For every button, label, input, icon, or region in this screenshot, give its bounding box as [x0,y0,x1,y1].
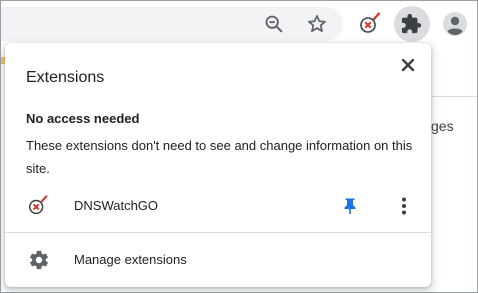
manage-extensions-button[interactable]: Manage extensions [5,241,431,279]
pin-icon [344,198,356,214]
extension-menu-button[interactable] [392,194,416,218]
extension-name[interactable]: DNSWatchGO [74,198,158,213]
extension-row-dnswatchgo[interactable]: DNSWatchGO [5,188,431,224]
close-icon [401,58,415,72]
dnswatchgo-icon[interactable] [356,10,384,38]
extensions-popup: Extensions No access needed These extens… [5,43,431,287]
manage-extensions-label: Manage extensions [74,252,187,267]
more-vert-icon [402,197,406,215]
star-icon[interactable] [303,10,331,38]
page-partial-text: ges [431,118,454,134]
popup-title: Extensions [26,69,105,86]
omnibox[interactable] [1,7,343,41]
page-divider [430,96,477,97]
zoom-out-icon[interactable] [260,10,288,38]
section-description: These extensions don't need to see and c… [26,138,413,176]
puzzle-icon[interactable] [398,10,426,38]
section-heading: No access needed [26,111,140,126]
browser-toolbar [1,1,477,45]
profile-avatar-icon[interactable] [441,10,469,38]
pin-button[interactable] [338,194,362,218]
gear-icon [28,249,50,271]
close-button[interactable] [394,51,422,79]
dnswatchgo-icon [26,194,50,218]
popup-divider [5,232,431,233]
